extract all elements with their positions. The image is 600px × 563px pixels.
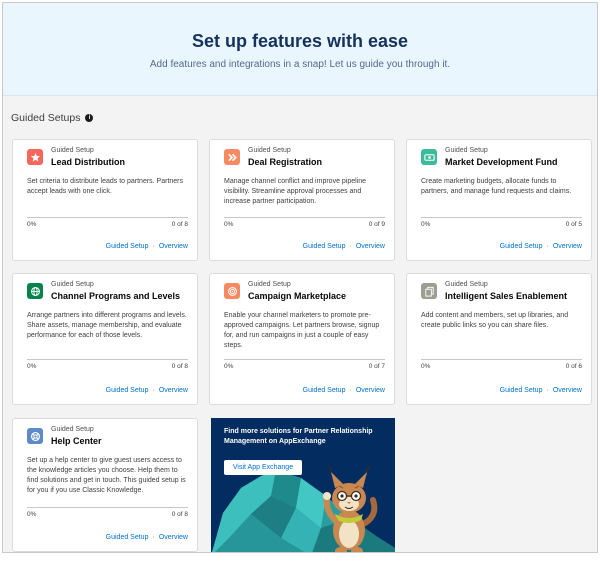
progress-count: 0 of 5 xyxy=(565,221,582,228)
card-description: Add content and members, set up librarie… xyxy=(421,312,569,329)
card-header: Guided Setup Help Center xyxy=(27,425,102,447)
section-title: Guided Setups xyxy=(11,112,81,124)
progress-bar: 0% 0 of 9 xyxy=(224,217,385,228)
guided-setup-link[interactable]: Guided Setup xyxy=(303,243,346,250)
card-links: Guided Setup · Overview xyxy=(302,243,385,250)
card-title: Help Center xyxy=(51,436,102,446)
card-links: Guided Setup · Overview xyxy=(499,387,582,394)
card-campaign-marketplace: Guided Setup Campaign Marketplace Enable… xyxy=(209,273,395,405)
page-title: Set up features with ease xyxy=(191,31,409,51)
card-title: Deal Registration xyxy=(248,157,323,167)
progress-percent: 0% xyxy=(421,363,431,370)
card-title: Market Development Fund xyxy=(445,157,558,167)
money-icon xyxy=(421,149,437,165)
progress-percent: 0% xyxy=(421,221,431,228)
progress-count: 0 of 9 xyxy=(368,221,385,228)
progress-count: 0 of 7 xyxy=(368,363,385,370)
card-title: Campaign Marketplace xyxy=(248,291,347,301)
progress-count: 0 of 6 xyxy=(565,363,582,370)
guided-setup-link[interactable]: Guided Setup xyxy=(106,534,149,541)
info-icon[interactable]: i xyxy=(85,114,94,122)
progress-count: 0 of 8 xyxy=(171,511,188,518)
card-description: Set up a help center to give guest users… xyxy=(27,457,186,494)
progress-percent: 0% xyxy=(224,221,234,228)
card-market-development-fund: Guided Setup Market Development Fund Cre… xyxy=(406,139,592,261)
guided-setup-link[interactable]: Guided Setup xyxy=(500,387,543,394)
card-channel-programs: Guided Setup Channel Programs and Levels… xyxy=(12,273,198,405)
card-header: Guided Setup Market Development Fund xyxy=(421,146,558,168)
card-eyebrow: Guided Setup xyxy=(248,281,291,288)
overview-link[interactable]: Overview xyxy=(159,387,188,394)
overview-link[interactable]: Overview xyxy=(553,387,582,394)
card-links: Guided Setup · Overview xyxy=(105,534,188,541)
card-links: Guided Setup · Overview xyxy=(105,243,188,250)
card-description: Arrange partners into different programs… xyxy=(27,312,187,339)
card-header: Guided Setup Deal Registration xyxy=(224,146,322,168)
card-help-center: Guided Setup Help Center Set up a help c… xyxy=(12,418,198,552)
progress-count: 0 of 8 xyxy=(171,221,188,228)
lifebuoy-icon xyxy=(27,428,43,444)
overview-link[interactable]: Overview xyxy=(356,387,385,394)
appexchange-promo: Find more solutions for Partner Relation… xyxy=(211,418,395,552)
progress-percent: 0% xyxy=(27,511,37,518)
card-description: Create marketing budgets, allocate funds… xyxy=(421,178,572,195)
card-eyebrow: Guided Setup xyxy=(248,147,291,154)
page-subtitle: Add features and integrations in a snap!… xyxy=(149,59,451,70)
card-links: Guided Setup · Overview xyxy=(499,243,582,250)
card-title: Intelligent Sales Enablement xyxy=(445,291,568,301)
progress-percent: 0% xyxy=(27,221,37,228)
progress-bar: 0% 0 of 7 xyxy=(224,359,385,370)
hero-banner: Set up features with ease Add features a… xyxy=(3,3,597,96)
bobcat-mascot-illustration xyxy=(323,465,378,552)
overview-link[interactable]: Overview xyxy=(356,243,385,250)
section-heading: Guided Setups i xyxy=(11,112,94,124)
card-eyebrow: Guided Setup xyxy=(51,281,94,288)
documents-icon xyxy=(421,283,437,299)
setup-page: Set up features with ease Add features a… xyxy=(2,2,598,553)
card-eyebrow: Guided Setup xyxy=(51,147,94,154)
progress-bar: 0% 0 of 8 xyxy=(27,359,188,370)
star-icon xyxy=(27,149,43,165)
overview-link[interactable]: Overview xyxy=(553,243,582,250)
card-deal-registration: Guided Setup Deal Registration Manage ch… xyxy=(209,139,395,261)
card-eyebrow: Guided Setup xyxy=(445,147,488,154)
card-header: Guided Setup Campaign Marketplace xyxy=(224,280,346,302)
guided-setup-link[interactable]: Guided Setup xyxy=(106,243,149,250)
card-eyebrow: Guided Setup xyxy=(51,426,94,433)
overview-link[interactable]: Overview xyxy=(159,534,188,541)
card-links: Guided Setup · Overview xyxy=(105,387,188,394)
progress-bar: 0% 0 of 5 xyxy=(421,217,582,228)
progress-count: 0 of 8 xyxy=(171,363,188,370)
progress-bar: 0% 0 of 8 xyxy=(27,217,188,228)
card-header: Guided Setup Intelligent Sales Enablemen… xyxy=(421,280,567,302)
progress-bar: 0% 0 of 8 xyxy=(27,507,188,518)
card-eyebrow: Guided Setup xyxy=(445,281,488,288)
card-description: Enable your channel marketers to promote… xyxy=(224,312,380,349)
card-title: Channel Programs and Levels xyxy=(51,291,181,301)
card-header: Guided Setup Channel Programs and Levels xyxy=(27,280,180,302)
overview-link[interactable]: Overview xyxy=(159,243,188,250)
card-header: Guided Setup Lead Distribution xyxy=(27,146,125,168)
globe-icon xyxy=(27,283,43,299)
card-lead-distribution: Guided Setup Lead Distribution Set crite… xyxy=(12,139,198,261)
card-title: Lead Distribution xyxy=(51,157,125,167)
guided-setup-link[interactable]: Guided Setup xyxy=(303,387,346,394)
guided-setup-link[interactable]: Guided Setup xyxy=(106,387,149,394)
progress-bar: 0% 0 of 6 xyxy=(421,359,582,370)
guided-setup-link[interactable]: Guided Setup xyxy=(500,243,543,250)
card-links: Guided Setup · Overview xyxy=(302,387,385,394)
progress-percent: 0% xyxy=(224,363,234,370)
target-icon xyxy=(224,283,240,299)
card-intelligent-sales-enablement: Guided Setup Intelligent Sales Enablemen… xyxy=(406,273,592,405)
double-chevron-icon xyxy=(224,149,240,165)
card-description: Manage channel conflict and improve pipe… xyxy=(224,178,367,205)
progress-percent: 0% xyxy=(27,363,37,370)
card-description: Set criteria to distribute leads to part… xyxy=(27,178,184,195)
